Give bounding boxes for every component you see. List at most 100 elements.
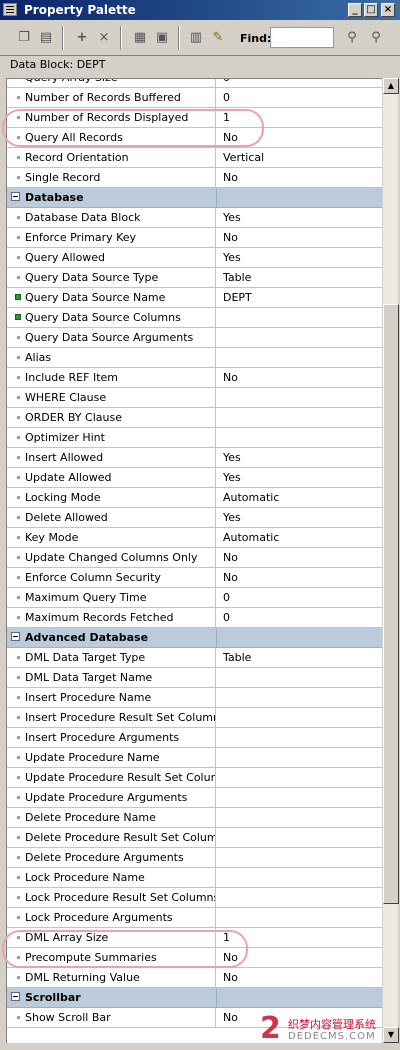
property-row[interactable]: DML Data Target Name xyxy=(7,668,382,688)
property-value[interactable]: DEPT xyxy=(223,288,252,307)
property-row[interactable]: Query Allowed Yes xyxy=(7,248,382,268)
property-name-cell[interactable]: Query Array Size xyxy=(7,79,216,87)
property-value[interactable]: 0 xyxy=(223,79,230,87)
property-name-cell[interactable]: Maximum Query Time xyxy=(7,588,216,607)
freeze-icon[interactable]: ▥ xyxy=(186,28,206,48)
property-name-cell[interactable]: DML Array Size xyxy=(7,928,216,947)
property-name-cell[interactable]: Include REF Item xyxy=(7,368,216,387)
property-grid[interactable]: Query Array Size0Number of Records Buffe… xyxy=(6,78,382,1043)
property-row[interactable]: DML Array Size 1 xyxy=(7,928,382,948)
property-row[interactable]: Delete Allowed Yes xyxy=(7,508,382,528)
collapse-icon[interactable] xyxy=(11,992,20,1001)
property-row[interactable]: Update Procedure Result Set Columns xyxy=(7,768,382,788)
property-row[interactable]: Include REF Item No xyxy=(7,368,382,388)
property-row[interactable]: Locking Mode Automatic xyxy=(7,488,382,508)
property-row[interactable]: Insert Allowed Yes xyxy=(7,448,382,468)
property-name-cell[interactable]: Update Procedure Arguments xyxy=(7,788,216,807)
property-name-cell[interactable]: Lock Procedure Result Set Columns xyxy=(7,888,216,907)
maximize-button[interactable]: □ xyxy=(364,3,378,17)
property-name-cell[interactable]: Key Mode xyxy=(7,528,216,547)
property-value[interactable]: No xyxy=(223,168,238,187)
intersection-icon[interactable]: ▣ xyxy=(152,28,172,48)
property-row[interactable]: Alias xyxy=(7,348,382,368)
property-value[interactable]: 0 xyxy=(223,588,230,607)
property-name-cell[interactable]: Delete Procedure Name xyxy=(7,808,216,827)
property-row[interactable]: Precompute Summaries No xyxy=(7,948,382,968)
property-name-cell[interactable]: DML Returning Value xyxy=(7,968,216,987)
property-name-cell[interactable]: Update Procedure Result Set Columns xyxy=(7,768,216,787)
property-value[interactable]: Yes xyxy=(223,468,241,487)
property-row[interactable]: Record Orientation Vertical xyxy=(7,148,382,168)
paste-properties-icon[interactable]: ▤ xyxy=(36,28,56,48)
property-row[interactable]: Delete Procedure Result Set Columns xyxy=(7,828,382,848)
property-name-cell[interactable]: Delete Procedure Arguments xyxy=(7,848,216,867)
property-name-cell[interactable]: Show Scroll Bar xyxy=(7,1008,216,1027)
close-button[interactable]: × xyxy=(381,3,395,17)
property-row[interactable]: Query Data Source Type Table xyxy=(7,268,382,288)
find-next-icon[interactable]: ⚲ xyxy=(342,28,362,48)
property-value[interactable]: Yes xyxy=(223,248,241,267)
property-row[interactable]: Query Array Size 0 xyxy=(7,79,382,88)
property-name-cell[interactable]: Query All Records xyxy=(7,128,216,147)
property-name-cell[interactable]: Database Data Block xyxy=(7,208,216,227)
property-name-cell[interactable]: Single Record xyxy=(7,168,216,187)
property-row[interactable]: Number of Records Displayed 1 xyxy=(7,108,382,128)
property-name-cell[interactable]: Insert Procedure Name xyxy=(7,688,216,707)
scroll-down-icon[interactable]: ▼ xyxy=(383,1027,399,1043)
property-row[interactable]: Maximum Records Fetched 0 xyxy=(7,608,382,628)
property-value[interactable]: No xyxy=(223,128,238,147)
property-name-cell[interactable]: Lock Procedure Name xyxy=(7,868,216,887)
property-row[interactable]: Query Data Source Arguments xyxy=(7,328,382,348)
property-value[interactable]: Yes xyxy=(223,208,241,227)
property-name-cell[interactable]: DML Data Target Name xyxy=(7,668,216,687)
find-previous-icon[interactable]: ⚲ xyxy=(366,28,386,48)
property-name-cell[interactable]: Query Data Source Columns xyxy=(7,308,216,327)
add-property-icon[interactable]: + xyxy=(72,28,92,48)
property-value[interactable]: No xyxy=(223,948,238,967)
property-row[interactable]: Lock Procedure Arguments xyxy=(7,908,382,928)
property-name-cell[interactable]: Query Allowed xyxy=(7,248,216,267)
category-header[interactable]: Scrollbar xyxy=(7,988,382,1008)
category-header[interactable]: Database xyxy=(7,188,382,208)
property-name-cell[interactable]: Alias xyxy=(7,348,216,367)
property-value[interactable]: 1 xyxy=(223,928,230,947)
property-row[interactable]: Lock Procedure Result Set Columns xyxy=(7,888,382,908)
property-row[interactable]: Delete Procedure Arguments xyxy=(7,848,382,868)
pin-icon[interactable]: ✎ xyxy=(208,28,228,48)
property-name-cell[interactable]: Insert Procedure Arguments xyxy=(7,728,216,747)
property-name-cell[interactable]: Delete Procedure Result Set Columns xyxy=(7,828,216,847)
property-row[interactable]: Optimizer Hint xyxy=(7,428,382,448)
property-row[interactable]: Single Record No xyxy=(7,168,382,188)
property-row[interactable]: Insert Procedure Result Set Columns xyxy=(7,708,382,728)
property-value[interactable]: Yes xyxy=(223,508,241,527)
delete-property-icon[interactable]: × xyxy=(94,28,114,48)
property-value[interactable]: Table xyxy=(223,648,251,667)
property-name-cell[interactable]: Maximum Records Fetched xyxy=(7,608,216,627)
property-value[interactable]: Vertical xyxy=(223,148,264,167)
property-name-cell[interactable]: Locking Mode xyxy=(7,488,216,507)
property-name-cell[interactable]: Update Procedure Name xyxy=(7,748,216,767)
property-row[interactable]: ORDER BY Clause xyxy=(7,408,382,428)
scroll-up-icon[interactable]: ▲ xyxy=(383,78,399,94)
property-row[interactable]: Number of Records Buffered 0 xyxy=(7,88,382,108)
property-name-cell[interactable]: Query Data Source Arguments xyxy=(7,328,216,347)
collapse-icon[interactable] xyxy=(11,632,20,641)
property-name-cell[interactable]: Optimizer Hint xyxy=(7,428,216,447)
property-value[interactable]: No xyxy=(223,548,238,567)
property-value[interactable]: No xyxy=(223,968,238,987)
property-row[interactable]: Show Scroll Bar No xyxy=(7,1008,382,1028)
property-value[interactable]: Automatic xyxy=(223,488,279,507)
property-row[interactable]: Query Data Source Name DEPT xyxy=(7,288,382,308)
property-name-cell[interactable]: Precompute Summaries xyxy=(7,948,216,967)
find-input[interactable] xyxy=(270,27,334,48)
property-row[interactable]: Update Changed Columns Only No xyxy=(7,548,382,568)
property-name-cell[interactable]: Record Orientation xyxy=(7,148,216,167)
collapse-icon[interactable] xyxy=(11,192,20,201)
vertical-scrollbar[interactable]: ▲ ▼ xyxy=(382,78,399,1043)
property-row[interactable]: Key Mode Automatic xyxy=(7,528,382,548)
property-name-cell[interactable]: Lock Procedure Arguments xyxy=(7,908,216,927)
property-row[interactable]: Maximum Query Time 0 xyxy=(7,588,382,608)
property-row[interactable]: Query All Records No xyxy=(7,128,382,148)
property-row[interactable]: Insert Procedure Name xyxy=(7,688,382,708)
property-row[interactable]: Update Procedure Name xyxy=(7,748,382,768)
